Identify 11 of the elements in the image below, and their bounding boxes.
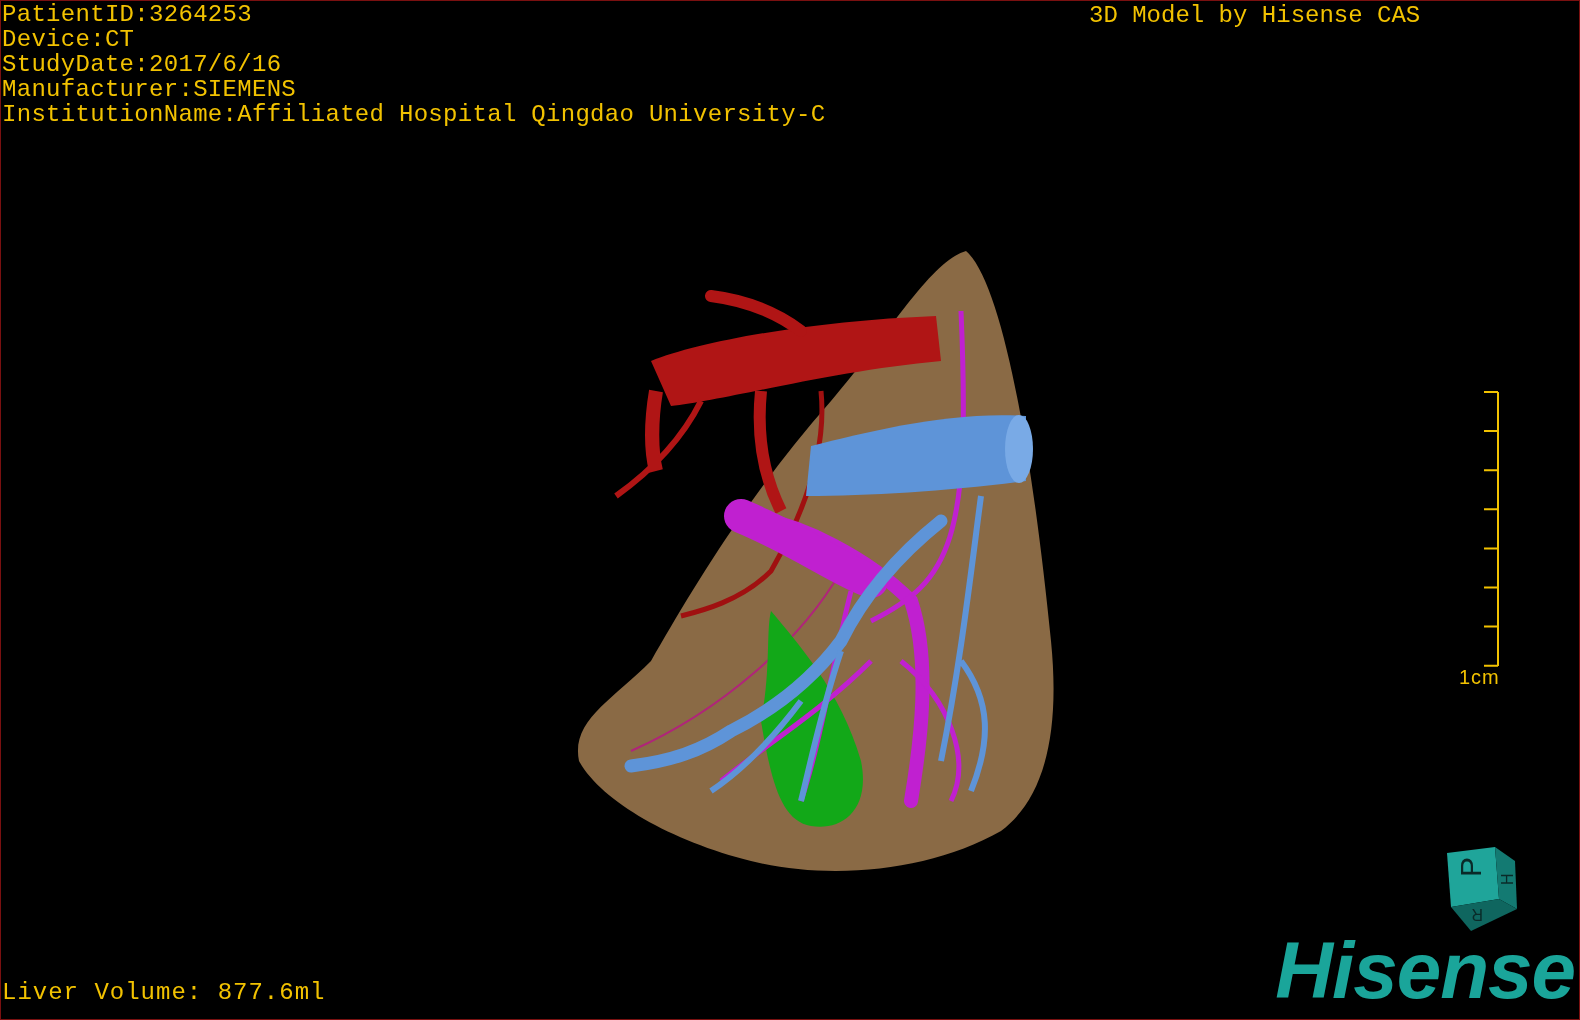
scale-bar-icon — [1483, 391, 1500, 667]
orientation-cube[interactable]: P H R — [1441, 847, 1521, 937]
patient-info-text: Manufacturer:SIEMENS — [2, 77, 298, 102]
patient-info-text: StudyDate:2017/6/16 — [2, 52, 283, 77]
model-credit-text: 3D Model by Hisense CAS — [1089, 3, 1421, 28]
brand-logo: Hisense — [1275, 935, 1575, 1007]
scale-label: 1cm — [1459, 667, 1500, 687]
liver-volume-text: Liver Volume: 877.6ml — [2, 980, 326, 1005]
patient-info-text: Device:CT — [2, 27, 136, 52]
patient-info-text: PatientID:3264253 — [2, 2, 253, 27]
patient-info-text: InstitutionName:Affiliated Hospital Qingdao University-C — [2, 102, 826, 127]
